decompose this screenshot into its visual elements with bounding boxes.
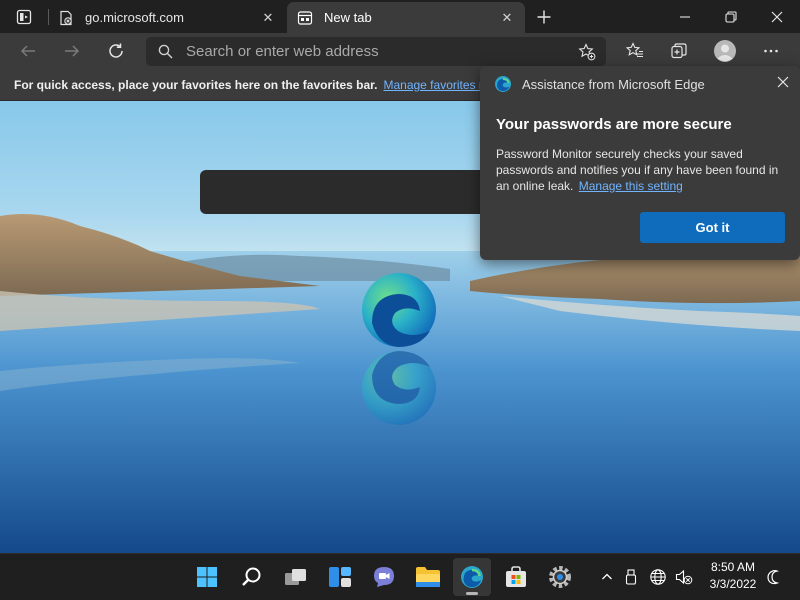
plus-icon [537, 10, 551, 24]
start-icon [197, 567, 217, 587]
tab-strip: go.microsoft.com ✕ New tab ✕ [0, 0, 800, 33]
edge-logo [362, 273, 436, 347]
store-button[interactable] [497, 558, 535, 596]
taskbar-search-button[interactable] [233, 558, 271, 596]
file-explorer-icon [416, 567, 440, 587]
edge-taskbar-button[interactable] [453, 558, 491, 596]
more-dots-icon [764, 49, 778, 53]
popup-close-button[interactable] [774, 73, 792, 91]
forward-button[interactable] [55, 35, 89, 67]
tab-go-microsoft[interactable]: go.microsoft.com ✕ [48, 2, 286, 33]
toolbar [0, 33, 800, 70]
address-input[interactable] [186, 37, 566, 66]
search-icon [158, 44, 173, 59]
tab-title: New tab [324, 10, 372, 25]
back-button[interactable] [11, 35, 45, 67]
close-icon [771, 11, 783, 22]
manage-setting-link[interactable]: Manage this setting [579, 179, 683, 193]
address-bar[interactable] [146, 37, 606, 66]
page-error-icon [60, 10, 72, 25]
tab-close-icon[interactable]: ✕ [260, 10, 276, 26]
collections-button[interactable] [662, 35, 696, 67]
clock-date: 3/3/2022 [709, 577, 757, 591]
chevron-up-icon [602, 573, 612, 580]
file-explorer-button[interactable] [409, 558, 447, 596]
page-search-box[interactable] [200, 170, 490, 214]
store-icon [506, 566, 526, 587]
edge-icon [495, 76, 511, 92]
minimize-icon [680, 15, 690, 18]
active-app-indicator [466, 592, 478, 595]
profile-button[interactable] [708, 35, 742, 67]
close-icon [777, 76, 789, 88]
popup-title: Your passwords are more secure [496, 116, 732, 133]
focus-assist-button[interactable] [764, 567, 784, 587]
refresh-icon [109, 43, 123, 58]
tab-close-icon[interactable]: ✕ [499, 10, 515, 26]
avatar-icon [714, 40, 736, 62]
favorites-button[interactable] [618, 35, 652, 67]
tab-new-tab[interactable]: New tab ✕ [287, 2, 525, 33]
usb-icon [625, 569, 637, 585]
tab-title: go.microsoft.com [85, 10, 184, 25]
forward-arrow-icon [65, 45, 80, 57]
restore-button[interactable] [708, 0, 754, 33]
widgets-button[interactable] [321, 558, 359, 596]
teams-chat-icon [374, 567, 394, 587]
new-tab-button[interactable] [530, 4, 558, 30]
globe-icon [650, 569, 666, 585]
settings-and-more-button[interactable] [754, 35, 788, 67]
close-window-button[interactable] [754, 0, 800, 33]
taskbar-clock[interactable]: 8:50 AM 3/3/2022 [702, 559, 764, 593]
volume-tray-button[interactable] [674, 567, 694, 587]
back-arrow-icon [20, 45, 35, 57]
popup-header-text: Assistance from Microsoft Edge [522, 76, 705, 92]
got-it-button[interactable]: Got it [640, 212, 785, 243]
password-monitor-popup: Assistance from Microsoft Edge Your pass… [480, 66, 800, 260]
favorites-icon [626, 42, 643, 58]
restore-icon [725, 10, 737, 23]
usb-tray-button[interactable] [621, 567, 641, 587]
moon-icon [767, 569, 780, 585]
new-tab-page-icon [297, 10, 313, 25]
settings-icon [549, 566, 571, 588]
volume-muted-icon [675, 569, 693, 585]
favorites-bar-message: For quick access, place your favorites h… [14, 78, 378, 92]
edge-logo-reflection [362, 351, 436, 425]
clock-time: 8:50 AM [710, 560, 756, 574]
refresh-button[interactable] [99, 35, 133, 67]
start-button[interactable] [188, 558, 226, 596]
minimize-button[interactable] [662, 0, 708, 33]
widgets-icon [329, 567, 351, 587]
collections-icon [671, 43, 687, 59]
network-tray-button[interactable] [648, 567, 668, 587]
search-icon [242, 567, 261, 586]
popup-header: Assistance from Microsoft Edge [494, 75, 705, 93]
add-favorite-icon[interactable] [578, 43, 596, 61]
task-view-icon [285, 569, 306, 585]
popup-body: Password Monitor securely checks your sa… [496, 146, 786, 194]
taskbar: 8:50 AM 3/3/2022 [0, 553, 800, 600]
teams-chat-button[interactable] [365, 558, 403, 596]
settings-taskbar-button[interactable] [541, 558, 579, 596]
task-view-button[interactable] [277, 558, 315, 596]
tab-actions-icon [16, 9, 32, 24]
edge-icon [461, 566, 483, 588]
tab-actions-button[interactable] [0, 0, 48, 33]
show-hidden-icons-button[interactable] [597, 567, 617, 587]
